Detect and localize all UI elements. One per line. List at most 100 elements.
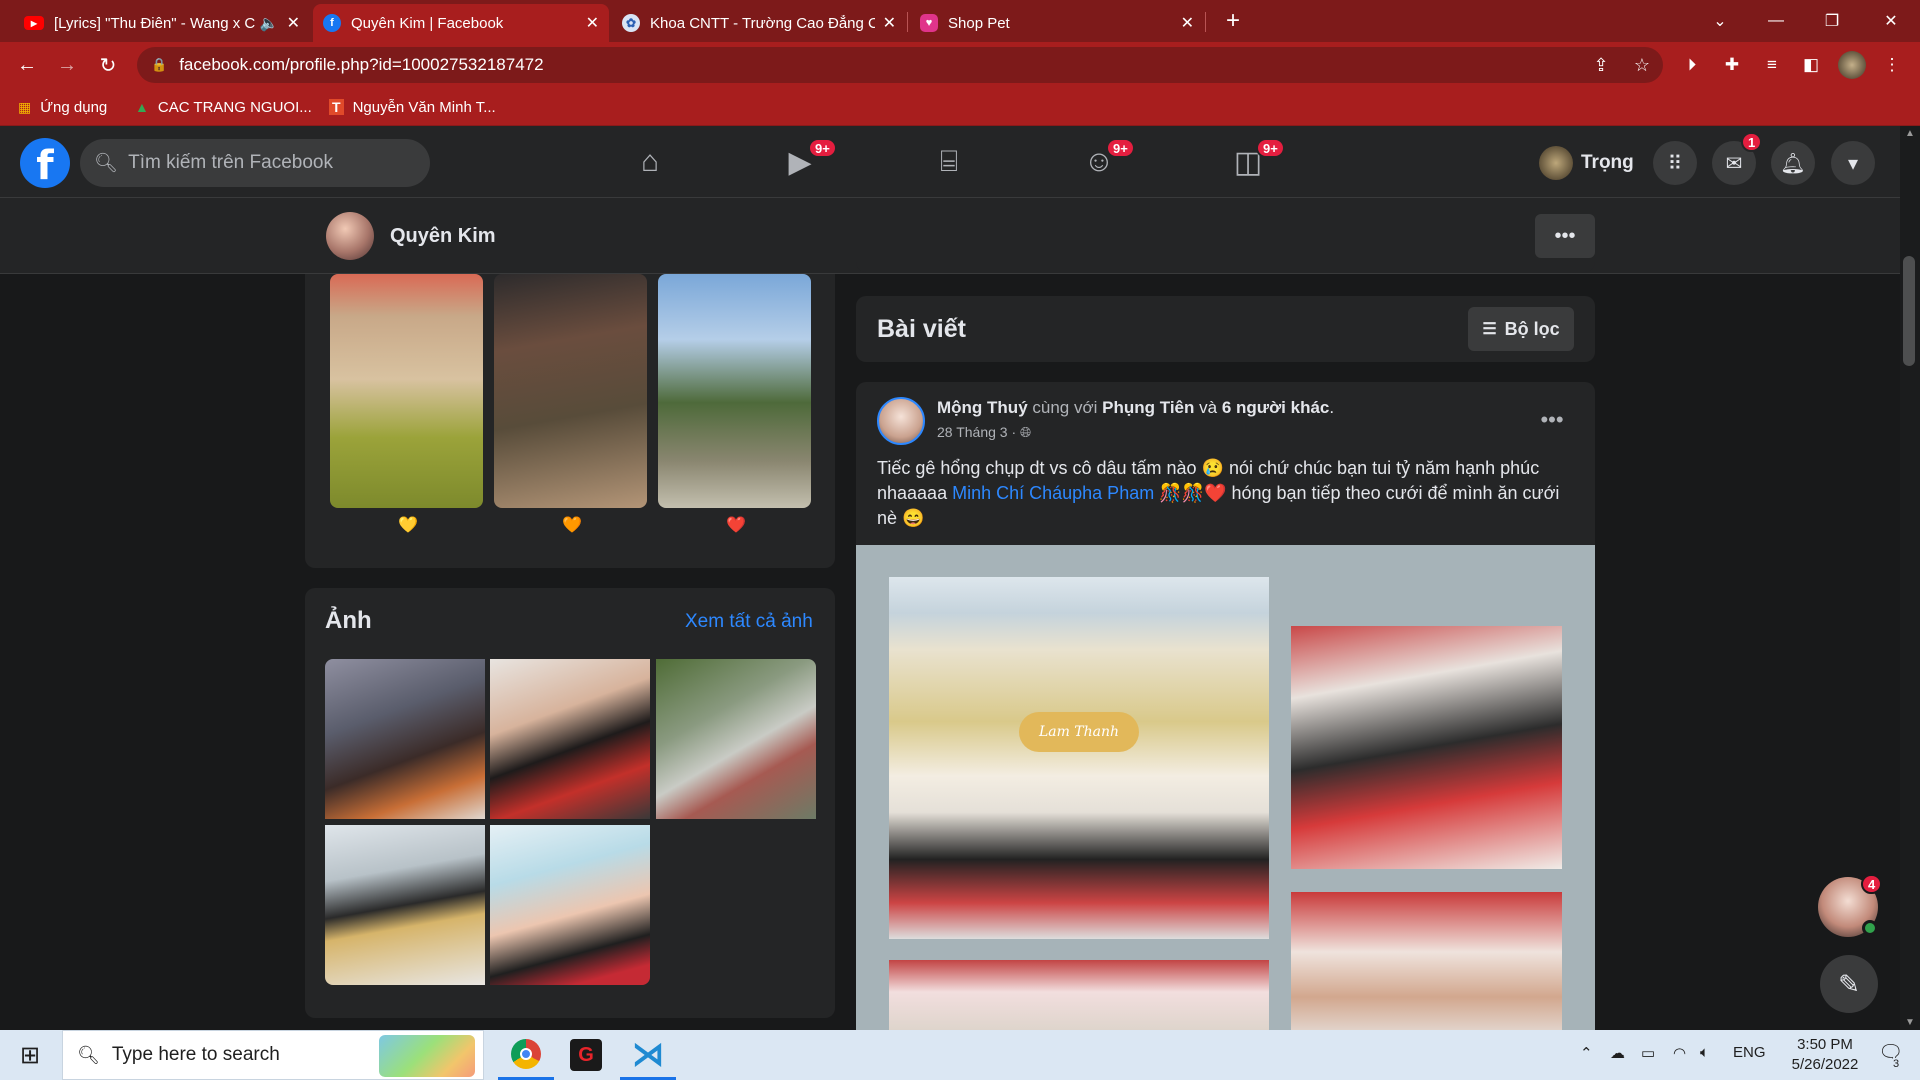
tab-khoa-cntt[interactable]: ✿ Khoa CNTT - Trường Cao Đẳng C ✕ [612, 4, 906, 42]
input-language[interactable]: ENG [1733, 1044, 1766, 1061]
tab-shop-pet[interactable]: ♥ Shop Pet ✕ [910, 4, 1204, 42]
windows-start-icon[interactable]: ⊞ [0, 1030, 60, 1080]
close-tab-icon[interactable]: ✕ [1181, 13, 1194, 33]
share-icon[interactable]: ⇪ [1586, 50, 1616, 80]
forward-arrow-icon[interactable]: → [52, 50, 82, 80]
battery-icon[interactable]: ▭ [1641, 1044, 1655, 1062]
with-text: cùng với [1032, 398, 1098, 417]
wifi-icon[interactable]: ◠ [1673, 1044, 1686, 1062]
post-text: Tiếc gê hổng chụp dt vs cô dâu tấm nào 😢… [877, 456, 1567, 531]
close-window-icon[interactable]: ✕ [1868, 0, 1914, 42]
close-tab-icon[interactable]: ✕ [287, 13, 300, 33]
close-tab-icon[interactable]: ✕ [586, 13, 599, 33]
browser-menu-icon[interactable]: ⋮ [1878, 51, 1906, 79]
bookmarks-bar: ▦ Ứng dụng ▲ CAC TRANG NGUOI... T Nguyễn… [0, 88, 1920, 126]
user-avatar [1539, 146, 1573, 180]
facebook-logo-icon[interactable]: f [20, 138, 70, 188]
see-all-photos-link[interactable]: Xem tất cả ảnh [685, 611, 813, 633]
facebook-search-input[interactable] [128, 152, 419, 174]
account-chevron-icon[interactable]: ▾ [1831, 141, 1875, 185]
scrollbar-thumb[interactable] [1903, 256, 1915, 366]
globe-public-icon: 🌐︎ [1020, 424, 1032, 440]
profile-more-options-icon[interactable]: ••• [1535, 214, 1595, 258]
post-photo-collage: Lam Thanh [856, 545, 1595, 1030]
close-tab-icon[interactable]: ✕ [883, 13, 896, 33]
filter-button[interactable]: ☰ Bộ lọc [1468, 307, 1574, 351]
tab-facebook[interactable]: f Quyên Kim | Facebook ✕ [313, 4, 609, 42]
scroll-down-icon[interactable]: ▼ [1905, 1017, 1915, 1028]
photo-thumbnail-2[interactable] [490, 659, 650, 819]
tagged-others-link[interactable]: 6 người khác [1222, 398, 1330, 417]
post-options-icon[interactable]: ••• [1532, 402, 1572, 438]
gaming-badge: 9+ [1256, 138, 1285, 158]
taskbar-garena-icon[interactable]: G [558, 1030, 614, 1080]
new-tab-plus-icon[interactable]: + [1210, 0, 1256, 42]
minimize-icon[interactable]: — [1753, 0, 1799, 42]
tab-search-chevron-icon[interactable]: ⌄ [1697, 0, 1743, 42]
tab-youtube[interactable]: ▶ [Lyrics] "Thu Điên" - Wang x C 🔈 ✕ [14, 4, 310, 42]
media-queue-icon[interactable]: ≡ [1758, 51, 1786, 79]
reload-icon[interactable]: ↻ [93, 50, 123, 80]
taskbar-vscode-icon[interactable]: ⋊ [620, 1030, 676, 1080]
messenger-badge: 1 [1741, 132, 1763, 152]
featured-story-2[interactable] [494, 274, 647, 508]
photo-thumbnail-4[interactable] [325, 825, 485, 985]
bookmark-nguyen-van-minh[interactable]: T Nguyễn Văn Minh T... [329, 95, 496, 119]
post-photo-2[interactable] [1291, 626, 1562, 869]
mention-link[interactable]: Minh Chí Cháupha Pham [952, 483, 1154, 503]
and-text: và [1199, 398, 1218, 417]
post-author-avatar[interactable] [877, 397, 925, 445]
extensions-puzzle-icon[interactable]: ✚ [1718, 51, 1746, 79]
post-photo-3[interactable] [889, 960, 1269, 1030]
tab-title: Shop Pet [948, 14, 1010, 32]
featured-story-3[interactable] [658, 274, 811, 508]
restore-icon[interactable]: ❐ [1809, 0, 1855, 42]
tray-show-hidden-icon[interactable]: ⌃ [1580, 1044, 1593, 1062]
featured-story-1[interactable] [330, 274, 483, 508]
address-bar[interactable]: 🔒 facebook.com/profile.php?id=1000275321… [137, 47, 1663, 83]
facebook-search-box[interactable]: 🔍︎ [80, 139, 430, 187]
menu-grid-icon[interactable]: ⠿ [1653, 141, 1697, 185]
nav-home-icon[interactable]: ⌂ [622, 136, 678, 188]
bookmark-apps[interactable]: ▦ Ứng dụng [18, 95, 107, 119]
current-user-profile-link[interactable]: Trọng [1535, 143, 1644, 183]
search-icon: 🔍︎ [94, 153, 119, 174]
taskbar-clock[interactable]: 3:50 PM 5/26/2022 [1770, 1035, 1880, 1075]
online-status-dot [1862, 920, 1878, 936]
side-panel-icon[interactable]: ◧ [1797, 51, 1825, 79]
clock-time: 3:50 PM [1797, 1036, 1853, 1053]
lock-icon[interactable]: 🔒 [151, 57, 167, 73]
taskbar-chrome-icon[interactable] [498, 1030, 554, 1080]
post-author-name[interactable]: Mộng Thuý [937, 398, 1028, 417]
new-message-compose-icon[interactable]: ✎ [1820, 955, 1878, 1013]
back-arrow-icon[interactable]: ← [12, 50, 42, 80]
bookmark-drive-folder[interactable]: ▲ CAC TRANG NGUOI... [135, 95, 312, 119]
taskbar-search-box[interactable]: 🔍︎ Type here to search [62, 1030, 484, 1080]
extension-media-icon[interactable]: ⏵ [1678, 51, 1706, 79]
post-photo-1[interactable]: Lam Thanh [889, 577, 1269, 939]
heart-yellow-icon: 💛 [398, 517, 418, 534]
profile-avatar[interactable] [326, 212, 374, 260]
youtube-icon: ▶ [24, 16, 44, 30]
tagged-person[interactable]: Phụng Tiên [1102, 398, 1194, 417]
browser-tab-bar: ▶ [Lyrics] "Thu Điên" - Wang x C 🔈 ✕ f Q… [0, 0, 1920, 42]
profile-avatar[interactable] [1838, 51, 1866, 79]
onedrive-cloud-icon[interactable]: ☁ [1610, 1044, 1625, 1062]
photo-thumbnail-3[interactable] [656, 659, 816, 819]
audio-playing-icon[interactable]: 🔈 [260, 14, 279, 32]
clock-date: 5/26/2022 [1791, 1056, 1859, 1073]
post-date[interactable]: 28 Tháng 3 · [937, 424, 1016, 440]
photo-thumbnail-5[interactable] [490, 825, 650, 985]
nav-marketplace-icon[interactable]: ⌸ [921, 136, 977, 188]
notification-center-icon[interactable]: 🗨︎ [1878, 1040, 1903, 1065]
profile-name[interactable]: Quyên Kim [390, 225, 496, 248]
post-photo-4[interactable] [1291, 892, 1562, 1030]
posts-title: Bài viết [877, 315, 966, 343]
bookmark-label: Ứng dụng [40, 98, 108, 116]
filter-sliders-icon: ☰ [1482, 321, 1497, 338]
scroll-up-icon[interactable]: ▲ [1905, 128, 1915, 139]
bookmark-star-icon[interactable]: ☆ [1627, 50, 1657, 80]
volume-icon[interactable]: 🔈︎ [1700, 1044, 1709, 1061]
notifications-bell-icon[interactable]: 🔔︎ [1771, 141, 1815, 185]
photo-thumbnail-1[interactable] [325, 659, 485, 819]
